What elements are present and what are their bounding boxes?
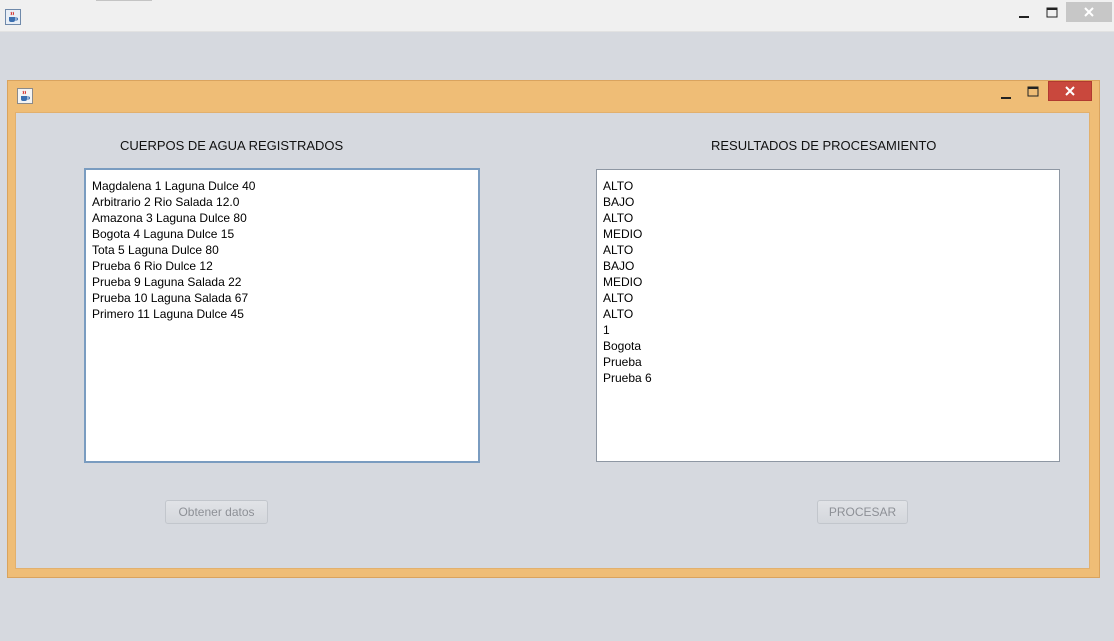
text-line: MEDIO xyxy=(603,227,643,241)
text-line: ALTO xyxy=(603,179,634,193)
text-line: ALTO xyxy=(603,307,634,321)
text-line: Amazona 3 Laguna Dulce 80 xyxy=(92,211,247,225)
get-data-button[interactable]: Obtener datos xyxy=(165,500,268,524)
processing-results-title: RESULTADOS DE PROCESAMIENTO xyxy=(711,138,937,153)
internal-frame: CUERPOS DE AGUA REGISTRADOS Magdalena 1 … xyxy=(7,80,1100,578)
java-coffee-icon[interactable] xyxy=(17,88,33,104)
close-icon[interactable] xyxy=(1048,81,1092,101)
minimize-icon[interactable] xyxy=(998,87,1014,103)
registered-bodies-title: CUERPOS DE AGUA REGISTRADOS xyxy=(120,138,344,153)
minimize-icon[interactable] xyxy=(1016,6,1032,22)
maximize-icon[interactable] xyxy=(1044,5,1060,21)
text-line: Prueba 6 xyxy=(603,371,652,385)
text-line: ALTO xyxy=(603,291,634,305)
text-line: 1 xyxy=(603,323,610,337)
text-line: Bogota 4 Laguna Dulce 15 xyxy=(92,227,235,241)
title-strip-divider xyxy=(96,0,152,1)
outer-window-titlebar xyxy=(0,0,1114,32)
text-line: MEDIO xyxy=(603,275,643,289)
text-line: Prueba 9 Laguna Salada 22 xyxy=(92,275,242,289)
internal-frame-titlebar[interactable] xyxy=(8,81,1099,111)
processing-results-textarea[interactable]: ALTO BAJO ALTO MEDIO ALTO BAJO MEDIO ALTO ALTO 1 B… xyxy=(596,169,1060,462)
text-line: Prueba 10 Laguna Salada 67 xyxy=(92,291,249,305)
text-line: Prueba xyxy=(603,355,642,369)
java-coffee-icon[interactable] xyxy=(5,9,21,25)
text-line: BAJO xyxy=(603,259,635,273)
text-line: BAJO xyxy=(603,195,635,209)
text-line: Bogota xyxy=(603,339,642,353)
maximize-icon[interactable] xyxy=(1025,84,1041,100)
text-line: Magdalena 1 Laguna Dulce 40 xyxy=(92,179,256,193)
text-line: Prueba 6 Rio Dulce 12 xyxy=(92,259,213,273)
text-line: ALTO xyxy=(603,243,634,257)
process-button[interactable]: PROCESAR xyxy=(817,500,908,524)
text-line: ALTO xyxy=(603,211,634,225)
text-line: Tota 5 Laguna Dulce 80 xyxy=(92,243,219,257)
text-line: Primero 11 Laguna Dulce 45 xyxy=(92,307,244,321)
internal-frame-content: CUERPOS DE AGUA REGISTRADOS Magdalena 1 … xyxy=(15,112,1090,569)
text-line: Arbitrario 2 Rio Salada 12.0 xyxy=(92,195,240,209)
registered-bodies-textarea[interactable]: Magdalena 1 Laguna Dulce 40 Arbitrario 2 … xyxy=(84,168,480,463)
close-icon[interactable] xyxy=(1066,2,1112,22)
